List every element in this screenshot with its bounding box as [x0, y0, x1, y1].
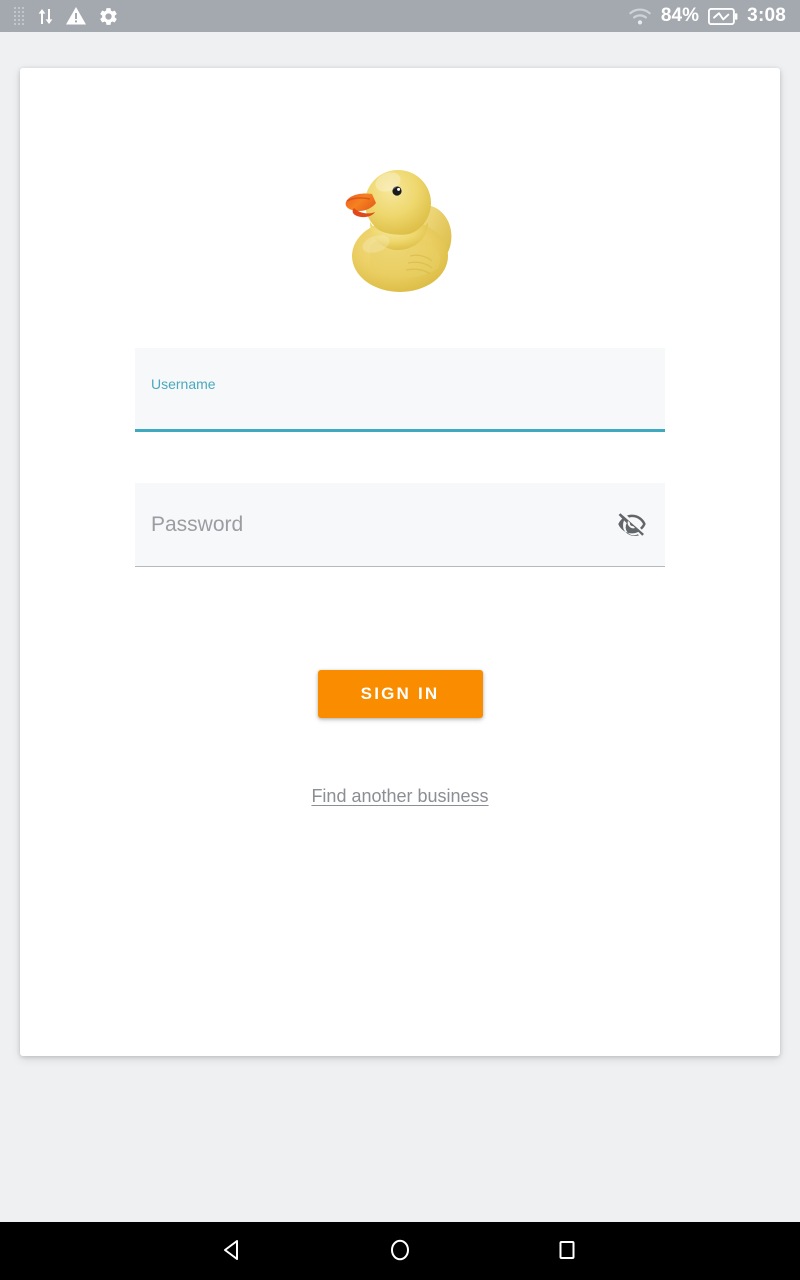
status-bar-right-icons: 84% 3:08: [628, 5, 786, 27]
password-visibility-toggle[interactable]: [613, 506, 651, 544]
android-navigation-bar: [0, 1222, 800, 1280]
gear-icon: [98, 6, 119, 27]
dotted-grid-icon: [12, 6, 26, 26]
username-underline: [135, 429, 665, 432]
username-field[interactable]: Username: [135, 348, 665, 432]
password-field[interactable]: Password: [135, 483, 665, 567]
username-input[interactable]: [151, 392, 595, 422]
field-spacer: [135, 432, 665, 483]
status-bar-clock: 3:08: [747, 5, 786, 26]
triangle-left-icon: [220, 1237, 246, 1266]
wifi-icon: [628, 7, 652, 26]
recents-button[interactable]: [539, 1223, 595, 1279]
password-input[interactable]: [151, 527, 595, 557]
warning-triangle-icon: [65, 6, 87, 26]
sign-in-container: SIGN IN: [20, 670, 780, 718]
eye-off-icon: [617, 509, 647, 542]
battery-percent-label: 84%: [660, 5, 700, 26]
home-button[interactable]: [372, 1223, 428, 1279]
login-form: Username Password: [135, 348, 665, 567]
status-bar-left-icons: [12, 6, 119, 27]
rubber-duck-logo: [345, 170, 452, 292]
logo-container: [20, 150, 780, 300]
app-content-area: Username Password: [0, 32, 800, 1222]
square-icon: [554, 1237, 580, 1266]
device-screen: 84% 3:08 Username Username Password SIGN…: [0, 0, 800, 1280]
battery-charging-icon: [708, 7, 738, 25]
find-business-container: Find another business: [20, 786, 780, 807]
status-bar: 84% 3:08: [0, 0, 800, 32]
password-underline: [135, 566, 665, 567]
data-transfer-icon: [37, 6, 54, 27]
sign-in-button[interactable]: SIGN IN: [317, 670, 483, 718]
username-label: Username: [151, 376, 216, 392]
back-button[interactable]: [205, 1223, 261, 1279]
find-another-business-link[interactable]: Find another business: [311, 786, 488, 807]
circle-icon: [387, 1237, 413, 1266]
login-card: Username Password: [20, 68, 780, 1056]
